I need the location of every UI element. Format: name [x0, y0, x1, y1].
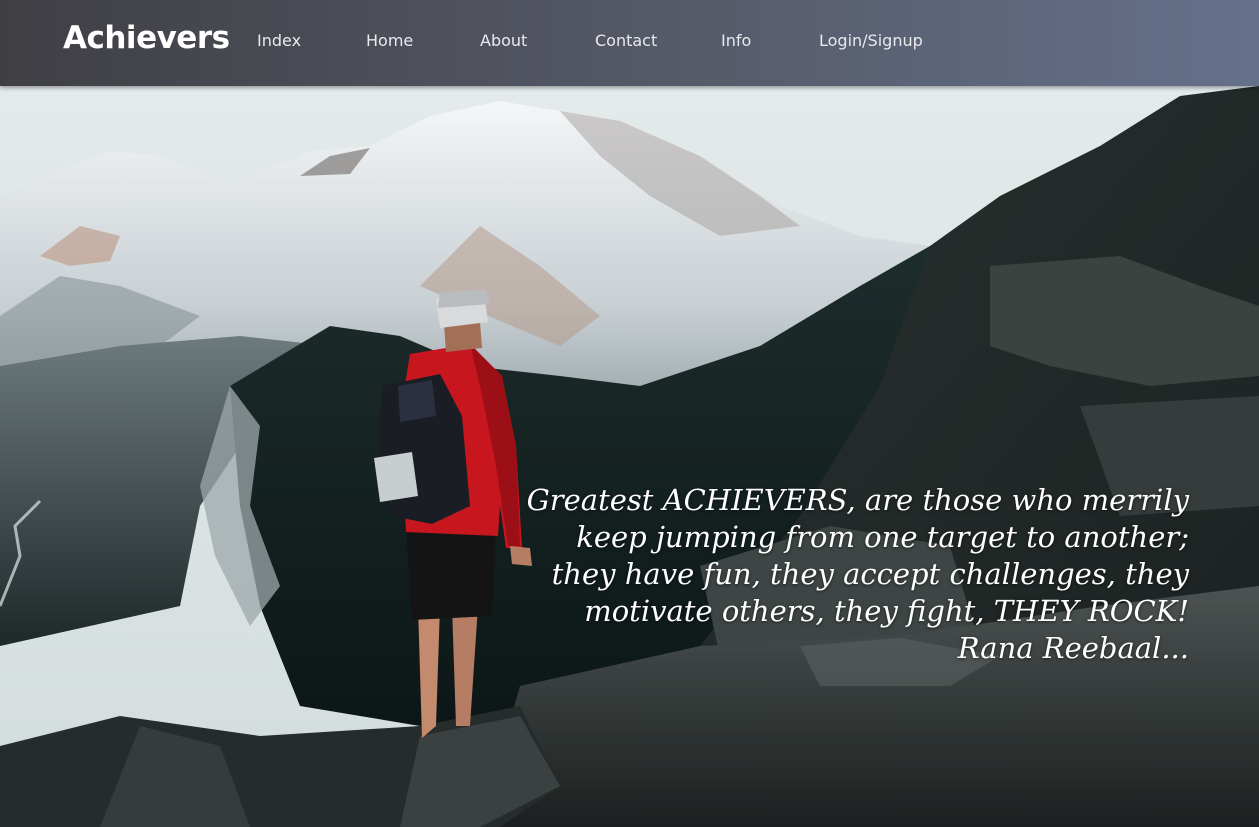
hero-section: Greatest ACHIEVERS, are those who merril… [0, 86, 1259, 827]
brand-logo[interactable]: Achievers [63, 20, 230, 56]
quote-text: Greatest ACHIEVERS, are those who merril… [526, 483, 1189, 628]
nav-link-login-signup[interactable]: Login/Signup [819, 31, 923, 50]
nav-link-contact[interactable]: Contact [595, 31, 657, 50]
quote-author: Rana Reebaal... [957, 631, 1189, 665]
navbar: Achievers Index Home About Contact Info … [0, 0, 1259, 86]
nav-link-about[interactable]: About [480, 31, 527, 50]
hero-quote: Greatest ACHIEVERS, are those who merril… [520, 482, 1189, 667]
nav-link-index[interactable]: Index [257, 31, 301, 50]
hero-background-image [0, 86, 1259, 827]
nav-link-info[interactable]: Info [721, 31, 751, 50]
nav-link-home[interactable]: Home [366, 31, 413, 50]
